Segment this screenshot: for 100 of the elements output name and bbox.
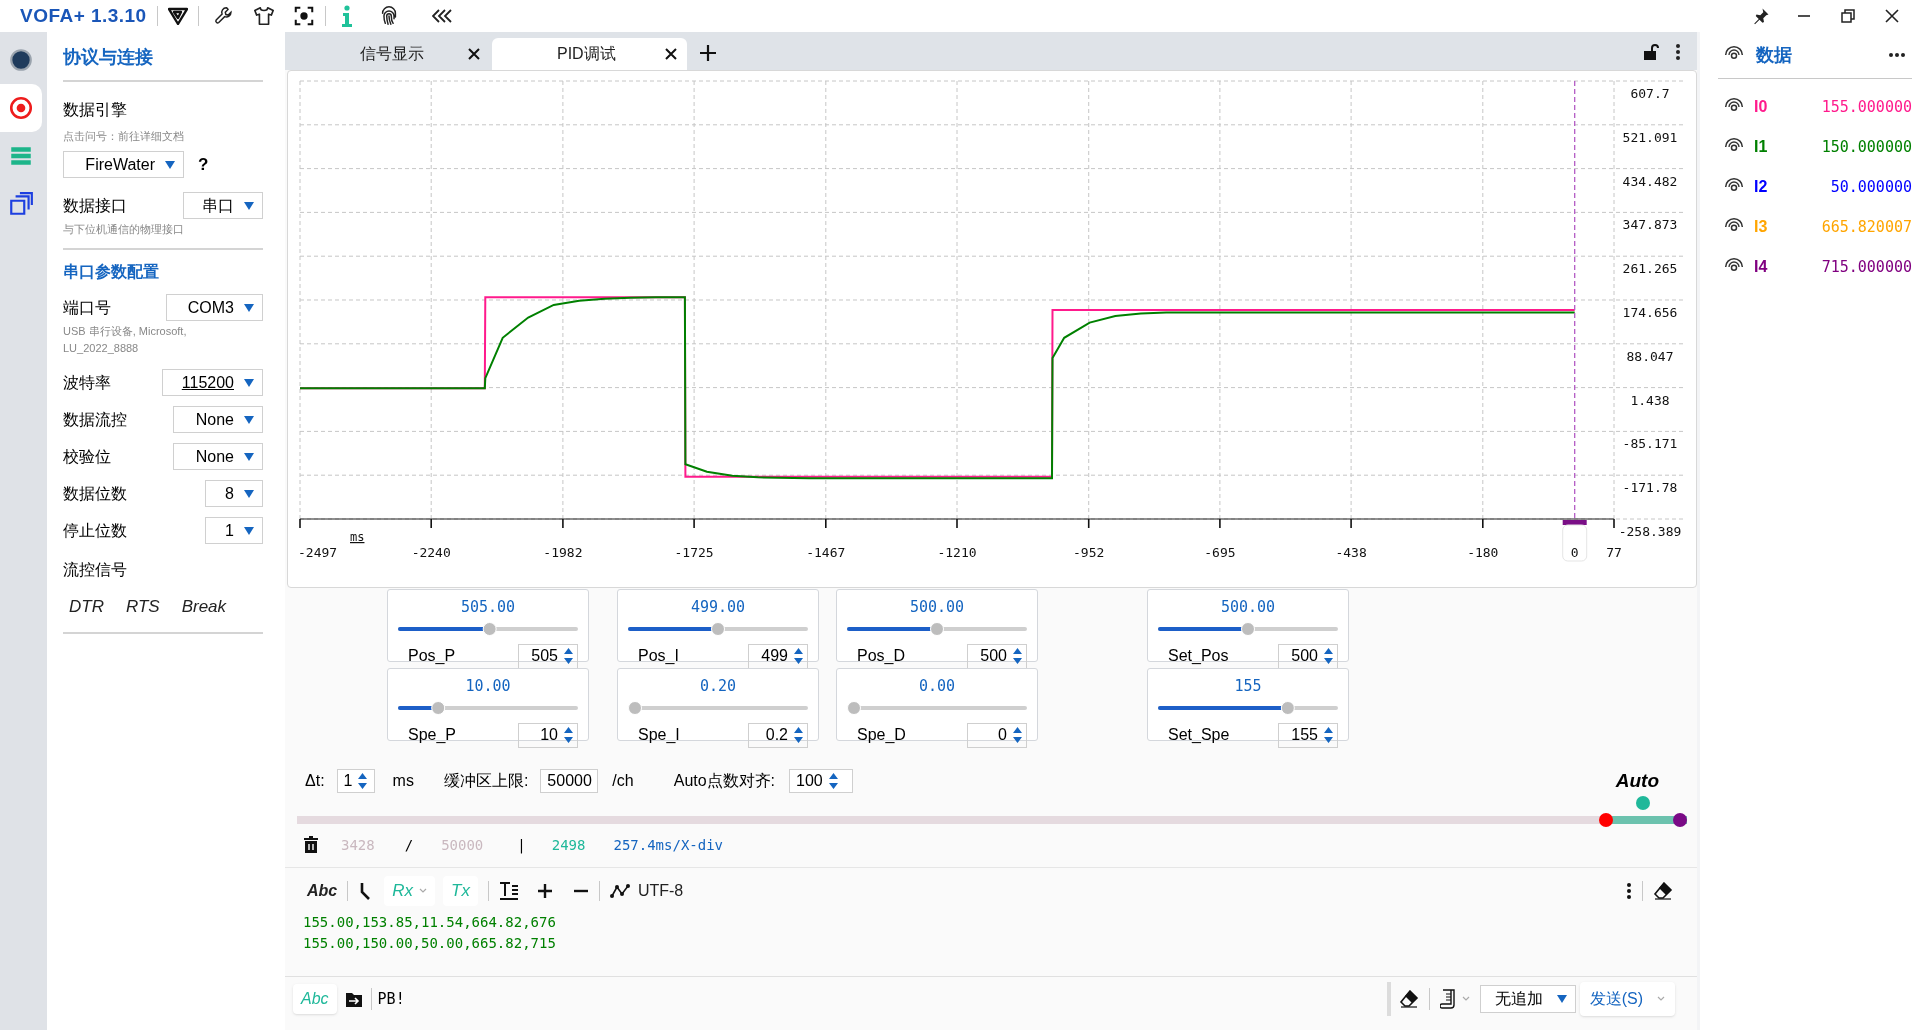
slider-track[interactable] <box>847 621 1027 636</box>
tab[interactable]: PID调试 <box>492 38 687 70</box>
dropdown[interactable]: None <box>173 443 263 470</box>
screenshot-icon[interactable] <box>292 5 315 27</box>
range-thumb[interactable] <box>1673 813 1687 827</box>
help-button[interactable]: ? <box>198 151 209 178</box>
slider-track[interactable] <box>847 700 1027 715</box>
cursor-label-box <box>1562 524 1588 562</box>
number-input[interactable]: 0 <box>967 722 1027 748</box>
slider-track[interactable] <box>1158 621 1338 636</box>
y-tick-label: 434.482 <box>1622 173 1678 189</box>
plus-icon[interactable] <box>536 883 553 899</box>
number-input[interactable]: 10 <box>518 722 578 748</box>
v-logo-icon[interactable] <box>167 7 188 25</box>
slider-track[interactable] <box>1158 700 1338 715</box>
dropdown[interactable]: 串口 <box>183 192 263 219</box>
x-tick-label: -180 <box>1467 545 1499 560</box>
panel-title: 数据 <box>1756 43 1792 67</box>
x-tick-label: -1725 <box>674 545 714 560</box>
number-input[interactable]: 500 <box>1278 643 1338 669</box>
range-thumb[interactable] <box>1598 813 1613 827</box>
append-dropdown[interactable]: 无追加 <box>1479 985 1576 1013</box>
send-input[interactable]: PB! <box>377 984 1387 1014</box>
slider-value: 10.00 <box>465 676 511 697</box>
slider-track[interactable] <box>628 621 808 636</box>
y-tick-label: -258.389 <box>1618 524 1682 539</box>
slider-thumb[interactable] <box>482 621 497 636</box>
spinner-arrows-icon <box>1013 647 1022 665</box>
dropdown[interactable]: 1 <box>205 517 263 544</box>
number-input[interactable]: 505 <box>518 643 578 669</box>
dropdown[interactable]: None <box>173 406 263 433</box>
x-tick-label: -1982 <box>543 545 583 560</box>
unit-label: /ch <box>612 771 634 791</box>
spinner-arrows-icon <box>1013 726 1022 744</box>
number-input[interactable]: 100 <box>789 769 854 793</box>
number-input[interactable]: 155 <box>1278 722 1338 748</box>
slider-value: 505.00 <box>460 597 516 618</box>
restore-icon[interactable] <box>1840 8 1856 24</box>
spinner-arrows-icon <box>794 647 803 665</box>
slider-thumb[interactable] <box>930 621 944 636</box>
slider-thumb[interactable] <box>1241 621 1255 636</box>
signal-toggle[interactable]: Break <box>181 594 227 620</box>
send-file-icon[interactable] <box>344 990 363 1008</box>
field-label: 停止位数 <box>63 520 127 541</box>
more-icon[interactable] <box>1626 882 1632 900</box>
param-name: Spe_P <box>407 725 457 745</box>
y-tick-label: 521.091 <box>1622 129 1678 145</box>
slider-track[interactable] <box>398 621 578 636</box>
lock-icon[interactable] <box>1643 43 1659 61</box>
slider-thumb[interactable] <box>431 700 446 715</box>
range-center-handle[interactable] <box>1635 796 1650 810</box>
dropdown[interactable]: COM3 <box>166 294 263 321</box>
channel-value: 715.000000 <box>1820 256 1912 278</box>
buffer-count: 3428 <box>341 835 375 855</box>
dropdown[interactable]: 115200 <box>162 369 263 396</box>
channel-value: 150.000000 <box>1820 136 1912 158</box>
slider-track[interactable] <box>398 700 578 715</box>
more-icon[interactable] <box>1675 43 1681 61</box>
caret-icon <box>244 452 254 461</box>
caret-icon <box>244 201 254 210</box>
pin-icon[interactable] <box>1752 7 1770 25</box>
number-input[interactable]: 499 <box>748 643 808 669</box>
more-icon[interactable] <box>1888 52 1906 58</box>
signal-toggle[interactable]: DTR <box>69 594 104 620</box>
param-name: Pos_I <box>637 646 679 666</box>
graph-icon[interactable] <box>609 883 630 899</box>
signal-toggle[interactable]: RTS <box>125 594 160 620</box>
add-icon[interactable] <box>699 44 717 62</box>
field-label: 波特率 <box>63 372 111 393</box>
number-input[interactable]: 1 <box>336 769 375 793</box>
slider-thumb[interactable] <box>1280 700 1295 715</box>
slider-thumb[interactable] <box>711 621 725 636</box>
field-label: Auto点数对齐: <box>673 771 776 791</box>
chevrons-left-icon[interactable] <box>431 9 454 23</box>
auto-button[interactable]: Auto <box>1615 766 1659 796</box>
eraser-icon[interactable] <box>1398 990 1419 1008</box>
send-button[interactable]: 发送(S) <box>1579 982 1675 1016</box>
slider-track[interactable] <box>628 700 808 715</box>
wrench-icon[interactable] <box>212 5 235 27</box>
eraser-icon[interactable] <box>1653 882 1673 900</box>
number-input[interactable]: 50000 <box>540 769 599 793</box>
document-icon[interactable] <box>1439 989 1456 1009</box>
number-input[interactable]: 0.2 <box>748 722 808 748</box>
dropdown[interactable]: FireWater <box>63 151 184 178</box>
format-button[interactable]: Abc <box>307 879 338 903</box>
cursor-line[interactable] <box>1574 80 1576 520</box>
slider-thumb[interactable] <box>847 700 861 715</box>
shirt-icon[interactable] <box>252 5 275 27</box>
text-format-icon[interactable] <box>498 881 519 901</box>
nav-button[interactable] <box>0 84 42 132</box>
close-icon[interactable] <box>468 48 480 60</box>
slider-thumb[interactable] <box>628 700 642 715</box>
encoding-button[interactable]: UTF-8 <box>637 879 684 903</box>
trash-icon[interactable] <box>303 836 319 854</box>
dropdown[interactable]: 8 <box>205 480 263 507</box>
number-input[interactable]: 500 <box>967 643 1027 669</box>
close-icon[interactable] <box>1884 8 1900 24</box>
channel-value: 155.000000 <box>1820 96 1912 118</box>
close-icon[interactable] <box>665 48 677 60</box>
spinner-arrows-icon <box>564 647 573 665</box>
